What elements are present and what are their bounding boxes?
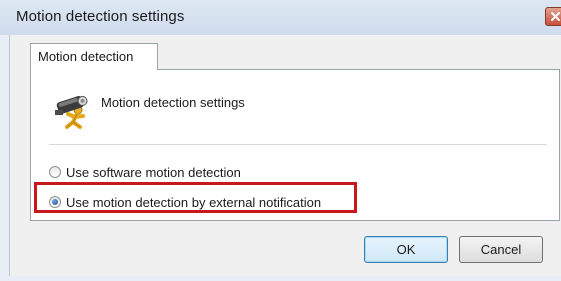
panel-heading: Motion detection settings [101, 95, 245, 110]
radio-button[interactable] [49, 166, 61, 178]
tab-label: Motion detection [38, 49, 134, 64]
close-button[interactable] [545, 7, 561, 26]
dialog-window: Motion detection settings Motion detecti… [0, 0, 561, 281]
ok-button[interactable]: OK [364, 236, 448, 263]
close-icon [551, 12, 560, 21]
highlight-annotation-box [34, 182, 357, 213]
cancel-button[interactable]: Cancel [459, 236, 543, 263]
camera-motion-icon [55, 95, 88, 129]
separator [49, 144, 547, 145]
dialog-client-area: Motion detection Motion detection settin… [9, 35, 561, 276]
window-title: Motion detection settings [16, 8, 185, 25]
radio-label: Use software motion detection [66, 165, 241, 180]
tab-motion-detection[interactable]: Motion detection [30, 43, 158, 70]
title-bar[interactable]: Motion detection settings [0, 0, 561, 35]
